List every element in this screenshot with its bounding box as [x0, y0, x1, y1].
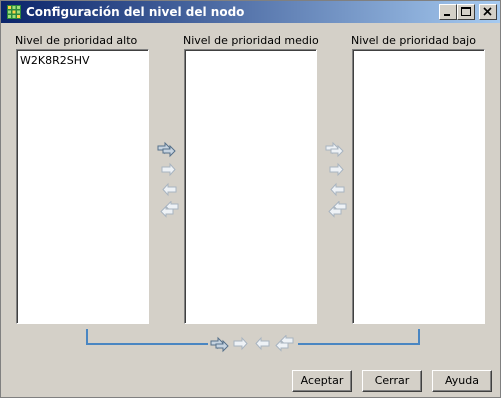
close-button[interactable]: Cerrar — [362, 370, 422, 392]
minimize-icon — [444, 14, 450, 16]
arrow-right-icon[interactable] — [159, 161, 181, 179]
maximize-button[interactable] — [457, 4, 475, 20]
title-bar[interactable]: Configuración del nivel del nodo — [1, 1, 500, 23]
arrow-left-icon[interactable] — [252, 335, 274, 353]
double-arrow-left-icon[interactable] — [272, 335, 294, 353]
medium-priority-list[interactable] — [184, 49, 317, 324]
double-arrow-right-icon[interactable] — [210, 335, 232, 353]
close-icon — [483, 7, 492, 16]
close-window-button[interactable] — [479, 4, 497, 20]
app-grid-icon — [7, 5, 21, 19]
medium-priority-label: Nivel de prioridad medio — [183, 34, 319, 47]
arrow-left-icon[interactable] — [159, 181, 181, 199]
bracket-line-left — [86, 329, 208, 345]
dialog-window: Configuración del nivel del nodo Nivel d… — [0, 0, 501, 398]
double-arrow-right-icon[interactable] — [325, 140, 347, 158]
accept-button[interactable]: Aceptar — [292, 370, 352, 392]
arrow-right-icon[interactable] — [327, 161, 349, 179]
arrow-left-icon[interactable] — [327, 181, 349, 199]
high-priority-list[interactable]: W2K8R2SHV — [16, 49, 149, 324]
low-priority-list[interactable] — [352, 49, 485, 324]
window-title: Configuración del nivel del nodo — [26, 5, 245, 19]
high-priority-label: Nivel de prioridad alto — [15, 34, 138, 47]
low-priority-label: Nivel de prioridad bajo — [351, 34, 476, 47]
bracket-line-right — [298, 329, 420, 345]
maximize-icon — [461, 7, 471, 16]
minimize-button[interactable] — [439, 4, 457, 20]
double-arrow-left-icon[interactable] — [157, 201, 179, 219]
arrow-right-icon[interactable] — [231, 335, 253, 353]
double-arrow-left-icon[interactable] — [325, 201, 347, 219]
double-arrow-right-icon[interactable] — [157, 140, 179, 158]
help-button[interactable]: Ayuda — [432, 370, 492, 392]
list-item[interactable]: W2K8R2SHV — [20, 54, 90, 68]
